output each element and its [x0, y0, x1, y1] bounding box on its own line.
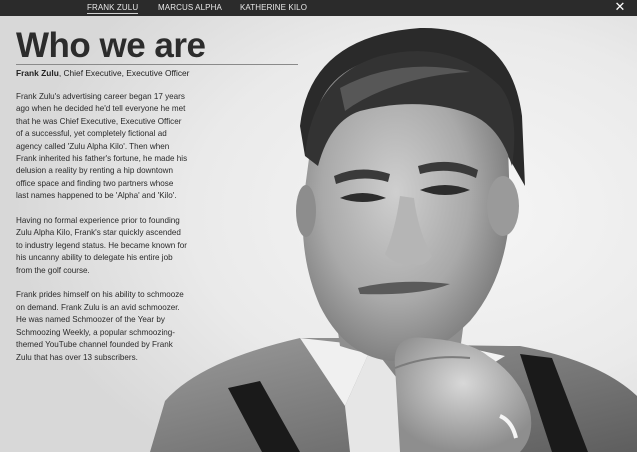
page-title: Who we are	[16, 26, 206, 65]
tab-frank-zulu[interactable]: FRANK ZULU	[87, 3, 139, 14]
person-name: Frank Zulu	[16, 68, 59, 78]
bio-paragraph-1: Frank Zulu's advertising career began 17…	[16, 92, 188, 201]
profile-content: Who we are Frank Zulu, Chief Executive, …	[16, 26, 206, 364]
bio-paragraph-2: Having no formal experience prior to fou…	[16, 216, 187, 275]
tab-katherine-kilo[interactable]: KATHERINE KILO	[240, 3, 307, 12]
close-icon[interactable]: ✕	[613, 1, 627, 15]
tab-marcus-alpha[interactable]: MARCUS ALPHA	[158, 3, 222, 12]
top-nav-bar: FRANK ZULU MARCUS ALPHA KATHERINE KILO ✕	[0, 0, 637, 16]
person-role: , Chief Executive, Executive Officer	[58, 68, 190, 78]
bio-paragraph-3: Frank prides himself on his ability to s…	[16, 290, 184, 362]
name-and-role: Frank Zulu, Chief Executive, Executive O…	[16, 68, 190, 79]
